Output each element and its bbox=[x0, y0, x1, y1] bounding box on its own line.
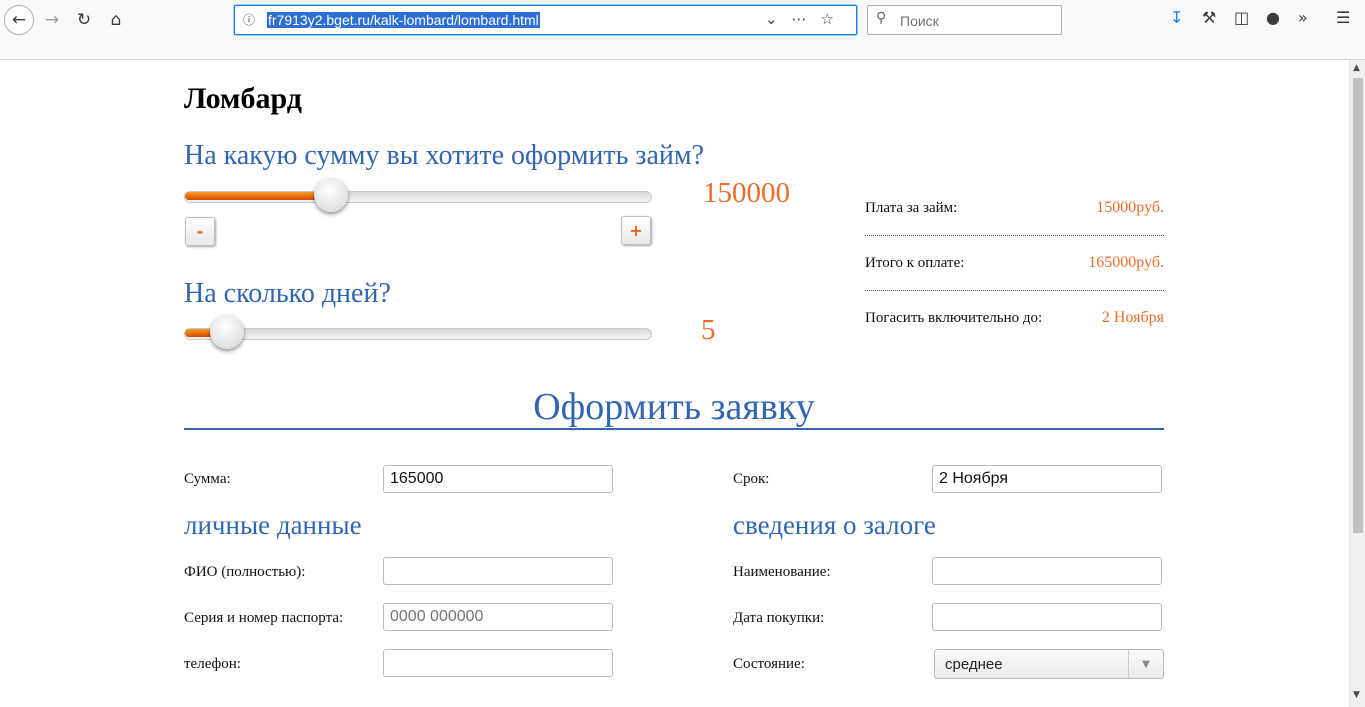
condition-select[interactable]: среднее ▼ bbox=[934, 649, 1164, 679]
summary-fee-row: Плата за займ: 15000руб. bbox=[865, 199, 1164, 236]
summary-fee-label: Плата за займ: bbox=[865, 200, 958, 216]
site-info-icon[interactable]: ⓘ bbox=[243, 11, 255, 28]
sum-input[interactable] bbox=[383, 465, 613, 493]
dropdown-icon[interactable]: ⌄ bbox=[765, 10, 792, 28]
scroll-down-icon[interactable]: ▼ bbox=[1353, 690, 1360, 700]
days-question: На сколько дней? bbox=[184, 278, 391, 309]
phone-label: телефон: bbox=[184, 656, 241, 672]
condition-select-value: среднее bbox=[945, 656, 1003, 673]
amount-minus-button[interactable]: - bbox=[185, 217, 215, 246]
scroll-up-icon[interactable]: ▲ bbox=[1353, 63, 1360, 73]
scrollbar-thumb[interactable] bbox=[1353, 78, 1363, 533]
home-icon[interactable]: ⌂ bbox=[101, 5, 131, 35]
summary-total-value: 165000руб. bbox=[1088, 254, 1164, 271]
summary-divider bbox=[865, 290, 1164, 291]
term-label: Срок: bbox=[733, 471, 770, 487]
downloads-icon[interactable]: ↧ bbox=[1170, 8, 1183, 27]
days-slider-handle[interactable] bbox=[209, 315, 244, 349]
amount-question: На какую сумму вы хотите оформить займ? bbox=[184, 140, 705, 171]
browser-toolbar: ← → ↻ ⌂ ⓘ fr7913y2.bget.ru/kalk-lombard/… bbox=[0, 0, 1365, 60]
fio-input[interactable] bbox=[383, 557, 613, 585]
days-value: 5 bbox=[701, 314, 716, 346]
amount-slider[interactable] bbox=[184, 178, 652, 212]
purchase-date-input[interactable] bbox=[932, 603, 1162, 631]
condition-label: Состояние: bbox=[733, 656, 805, 672]
item-name-input[interactable] bbox=[932, 557, 1162, 585]
summary-total-label: Итого к оплате: bbox=[865, 255, 965, 271]
fio-label: ФИО (полностью): bbox=[184, 564, 306, 580]
amount-plus-button[interactable]: + bbox=[621, 216, 651, 245]
back-icon[interactable]: ← bbox=[4, 5, 34, 35]
form-title: Оформить заявку bbox=[184, 383, 1164, 430]
bookmark-star-icon[interactable]: ☆ bbox=[821, 10, 848, 28]
summary-due-row: Погасить включительно до: 2 Ноября bbox=[865, 309, 1164, 346]
collateral-heading: сведения о залоге bbox=[733, 510, 936, 540]
url-bar[interactable]: ⓘ fr7913y2.bget.ru/kalk-lombard/lombard.… bbox=[234, 5, 857, 35]
summary-due-value: 2 Ноября bbox=[1101, 309, 1164, 326]
search-icon: ⚲ bbox=[876, 10, 887, 26]
passport-input[interactable] bbox=[383, 603, 613, 631]
page-actions-icon[interactable]: ⋯ bbox=[792, 10, 821, 28]
search-input[interactable]: ⚲ Поиск bbox=[867, 5, 1062, 35]
page-content: Ломбард На какую сумму вы хотите оформит… bbox=[0, 60, 1349, 707]
tools-icon[interactable]: ⚒ bbox=[1202, 8, 1216, 27]
summary-divider bbox=[865, 235, 1164, 236]
account-icon[interactable]: ● bbox=[1266, 8, 1280, 27]
summary-total-row: Итого к оплате: 165000руб. bbox=[865, 254, 1164, 291]
term-input[interactable] bbox=[932, 465, 1162, 493]
reload-icon[interactable]: ↻ bbox=[69, 5, 99, 35]
page-title: Ломбард bbox=[184, 82, 302, 115]
search-placeholder: Поиск bbox=[900, 13, 939, 29]
item-name-label: Наименование: bbox=[733, 564, 831, 580]
page-scrollbar[interactable]: ▲ ▼ bbox=[1349, 60, 1365, 707]
summary-due-label: Погасить включительно до: bbox=[865, 310, 1043, 326]
url-text[interactable]: fr7913y2.bget.ru/kalk-lombard/lombard.ht… bbox=[267, 12, 540, 28]
personal-data-heading: личные данные bbox=[184, 510, 362, 540]
summary-fee-value: 15000руб. bbox=[1096, 199, 1164, 216]
days-slider-track[interactable] bbox=[184, 328, 652, 340]
amount-slider-fill bbox=[185, 192, 332, 200]
phone-input[interactable] bbox=[383, 649, 613, 677]
passport-label: Серия и номер паспорта: bbox=[184, 610, 344, 626]
overflow-icon[interactable]: » bbox=[1298, 8, 1308, 27]
chevron-down-icon[interactable]: ▼ bbox=[1128, 650, 1163, 678]
sidebar-icon[interactable]: ◫ bbox=[1234, 8, 1249, 27]
sum-label: Сумма: bbox=[184, 471, 231, 487]
days-slider[interactable] bbox=[184, 315, 652, 349]
amount-slider-handle[interactable] bbox=[313, 178, 348, 212]
menu-icon[interactable]: ☰ bbox=[1336, 8, 1350, 27]
amount-value: 150000 bbox=[703, 177, 790, 209]
forward-icon[interactable]: → bbox=[37, 5, 67, 35]
purchase-date-label: Дата покупки: bbox=[733, 610, 825, 626]
